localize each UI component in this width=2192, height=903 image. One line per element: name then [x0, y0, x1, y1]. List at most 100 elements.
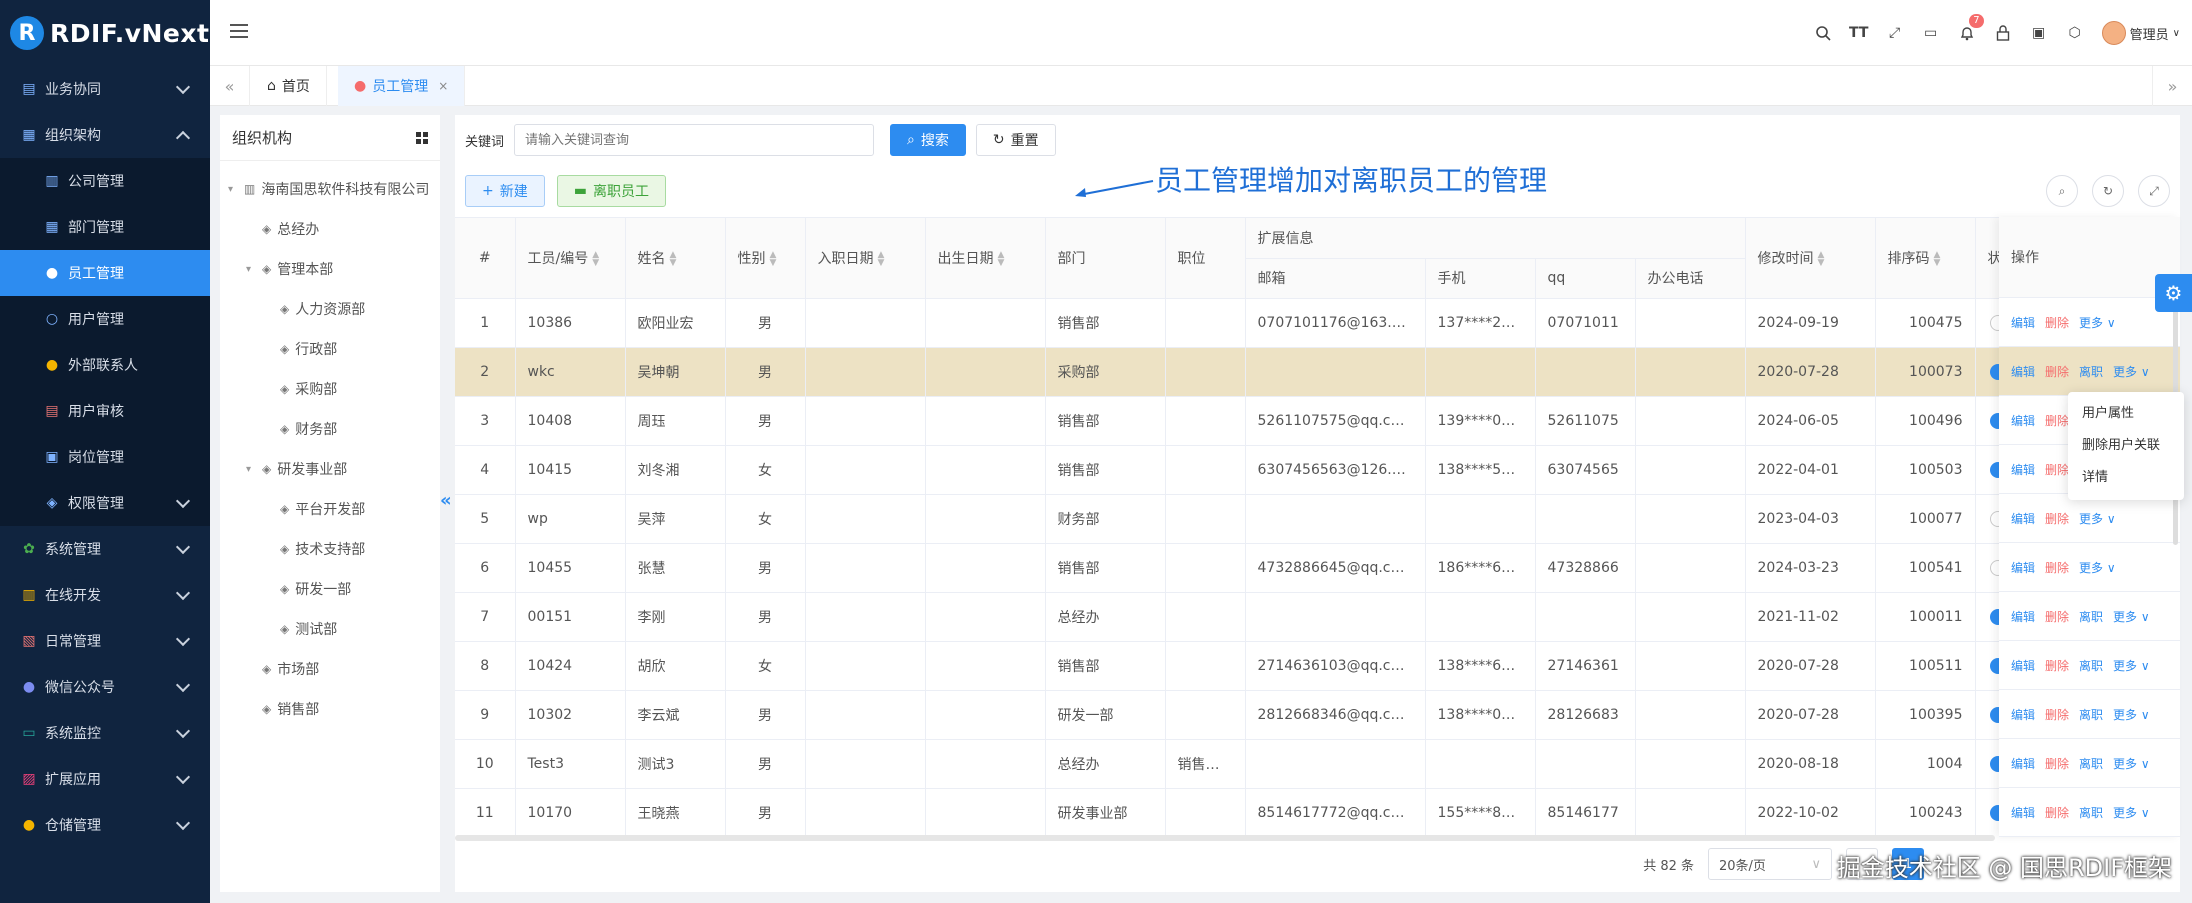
tree-node[interactable]: ◈ 行政部: [220, 329, 440, 369]
delete-link[interactable]: 删除: [2045, 804, 2069, 821]
delete-link[interactable]: 删除: [2045, 559, 2069, 576]
search-icon[interactable]: [1814, 24, 1832, 42]
sidebar-item-3[interactable]: ▥ 在线开发: [0, 572, 210, 618]
tree-node[interactable]: ◈ 采购部: [220, 369, 440, 409]
delete-link[interactable]: 删除: [2045, 314, 2069, 331]
dropdown-detail[interactable]: 详情: [2068, 462, 2184, 494]
tree-node[interactable]: ▾ ◈ 研发事业部: [220, 449, 440, 489]
edit-link[interactable]: 编辑: [2011, 314, 2035, 331]
edit-link[interactable]: 编辑: [2011, 461, 2035, 478]
delete-link[interactable]: 删除: [2045, 363, 2069, 380]
resign-link[interactable]: 离职: [2079, 363, 2103, 380]
table-row[interactable]: 8 10424 胡欣女 销售部 2714636103@qq.com 138****6444…: [455, 641, 2016, 691]
col-sort[interactable]: 排序码 ▲ ▼: [1875, 218, 1976, 299]
sidebar-item-1[interactable]: ▦ 组织架构: [0, 112, 210, 158]
more-link[interactable]: 更多 ∨: [2079, 314, 2116, 331]
edit-link[interactable]: 编辑: [2011, 559, 2035, 576]
tree-node[interactable]: ◈ 市场部: [220, 649, 440, 689]
tree-node[interactable]: ◈ 技术支持部: [220, 529, 440, 569]
edit-link[interactable]: 编辑: [2011, 804, 2035, 821]
table-row[interactable]: 3 10408 周珏男 销售部 5261107575@qq.com 139****0825…: [455, 396, 2016, 446]
resign-link[interactable]: 离职: [2079, 804, 2103, 821]
message-icon[interactable]: ▭: [1922, 24, 1940, 42]
col-birth-date[interactable]: 出生日期 ▲ ▼: [925, 218, 1046, 299]
delete-link[interactable]: 删除: [2045, 510, 2069, 527]
table-row[interactable]: 6 10455 张慧男 销售部 4732886645@qq.com 186****6373…: [455, 543, 2016, 593]
sidebar-item-5[interactable]: ● 微信公众号: [0, 664, 210, 710]
table-row[interactable]: 7 00151 李刚男 总经办 2021-11-02 100011: [455, 592, 2016, 642]
more-link[interactable]: 更多 ∨: [2113, 657, 2150, 674]
resign-link[interactable]: 离职: [2079, 706, 2103, 723]
edit-link[interactable]: 编辑: [2011, 657, 2035, 674]
new-button[interactable]: + 新建: [465, 175, 545, 207]
resign-link[interactable]: 离职: [2079, 755, 2103, 772]
more-link[interactable]: 更多 ∨: [2113, 608, 2150, 625]
search-icon[interactable]: ⌕: [2046, 175, 2078, 207]
tree-node[interactable]: ◈ 人力资源部: [220, 289, 440, 329]
reset-button[interactable]: ↻ 重置: [975, 124, 1056, 156]
col-code[interactable]: 工员/编号 ▲ ▼: [515, 218, 626, 299]
tree-node[interactable]: ◈ 销售部: [220, 689, 440, 729]
search-button[interactable]: ⌕ 搜索: [890, 124, 966, 156]
more-link[interactable]: 更多 ∨: [2079, 559, 2116, 576]
collapse-panel-icon[interactable]: «: [440, 490, 454, 514]
tree-node[interactable]: ▾ ◈ 管理本部: [220, 249, 440, 289]
edit-link[interactable]: 编辑: [2011, 363, 2035, 380]
resign-link[interactable]: 离职: [2079, 657, 2103, 674]
refresh-icon[interactable]: ↻: [2092, 175, 2124, 207]
sidebar-item-0[interactable]: ▤ 业务协同: [0, 66, 210, 112]
delete-link[interactable]: 删除: [2045, 461, 2069, 478]
sidebar-subitem-5[interactable]: ▤ 用户审核: [0, 388, 210, 434]
grid-icon[interactable]: [416, 131, 428, 144]
delete-link[interactable]: 删除: [2045, 755, 2069, 772]
resign-link[interactable]: 离职: [2079, 608, 2103, 625]
logo[interactable]: R RDIF.vNext: [0, 0, 210, 66]
sidebar-item-6[interactable]: ▭ 系统监控: [0, 710, 210, 756]
tree-node[interactable]: ◈ 财务部: [220, 409, 440, 449]
caret-down-icon[interactable]: ▾: [246, 464, 256, 475]
tree-node[interactable]: ▾ ▥ 海南国思软件科技有限公司: [220, 169, 440, 209]
cube-icon[interactable]: ⬡: [2066, 24, 2084, 42]
horizontal-scrollbar[interactable]: [455, 835, 1995, 841]
sidebar-subitem-7[interactable]: ◈ 权限管理: [0, 480, 210, 526]
close-icon[interactable]: ×: [438, 79, 448, 93]
table-row[interactable]: 11 10170 王晓燕男 研发事业部 8514617772@qq.com 155****…: [455, 788, 2016, 837]
fullscreen-icon[interactable]: ⤢: [2138, 175, 2170, 207]
col-modified[interactable]: 修改时间 ▲ ▼: [1745, 218, 1876, 299]
settings-gear-icon[interactable]: ⚙: [2155, 274, 2192, 312]
table-row[interactable]: 1 10386 欧阳业宏男 销售部 0707101176@163.com 137****2…: [455, 298, 2016, 348]
sidebar-item-4[interactable]: ▧ 日常管理: [0, 618, 210, 664]
table-row[interactable]: 5 wp 吴萍女 财务部 2023-04-03 100077: [455, 494, 2016, 544]
sidebar-subitem-6[interactable]: ▣ 岗位管理: [0, 434, 210, 480]
table-row[interactable]: 2 wkc 吴坤朝男 采购部 2020-07-28 100073: [455, 347, 2016, 397]
more-link[interactable]: 更多 ∨: [2113, 804, 2150, 821]
keyword-input[interactable]: [514, 124, 875, 156]
dropdown-delete-user-link[interactable]: 删除用户关联: [2068, 430, 2184, 462]
col-join-date[interactable]: 入职日期 ▲ ▼: [805, 218, 926, 299]
sidebar-subitem-2[interactable]: ● 员工管理: [0, 250, 210, 296]
delete-link[interactable]: 删除: [2045, 412, 2069, 429]
sidebar-subitem-3[interactable]: ○ 用户管理: [0, 296, 210, 342]
tab-employee[interactable]: ● 员工管理 ×: [338, 66, 466, 106]
tree-node[interactable]: ◈ 总经办: [220, 209, 440, 249]
edit-link[interactable]: 编辑: [2011, 755, 2035, 772]
tab-home[interactable]: ⌂ 首页: [251, 66, 327, 106]
translate-icon[interactable]: ▣: [2030, 24, 2048, 42]
table-row[interactable]: 9 10302 李云斌男 研发一部 2812668346@qq.com 138****05…: [455, 690, 2016, 740]
sidebar-item-2[interactable]: ✿ 系统管理: [0, 526, 210, 572]
more-link[interactable]: 更多 ∨: [2113, 363, 2150, 380]
dropdown-user-props[interactable]: 用户属性: [2068, 398, 2184, 430]
edit-link[interactable]: 编辑: [2011, 608, 2035, 625]
more-link[interactable]: 更多 ∨: [2079, 510, 2116, 527]
resigned-employees-button[interactable]: ▬ 离职员工: [556, 175, 666, 207]
sidebar-subitem-1[interactable]: ▦ 部门管理: [0, 204, 210, 250]
edit-link[interactable]: 编辑: [2011, 706, 2035, 723]
lock-icon[interactable]: [1994, 24, 2012, 42]
more-link[interactable]: 更多 ∨: [2113, 755, 2150, 772]
edit-link[interactable]: 编辑: [2011, 412, 2035, 429]
table-row[interactable]: 4 10415 刘冬湘女 销售部 6307456563@126.com 138****57…: [455, 445, 2016, 495]
delete-link[interactable]: 删除: [2045, 706, 2069, 723]
page-size-select[interactable]: 20条/页 ∨: [1708, 848, 1832, 880]
user-menu[interactable]: 管理员 ∨: [2101, 21, 2180, 45]
tabs-scroll-right-icon[interactable]: »: [2152, 66, 2192, 106]
